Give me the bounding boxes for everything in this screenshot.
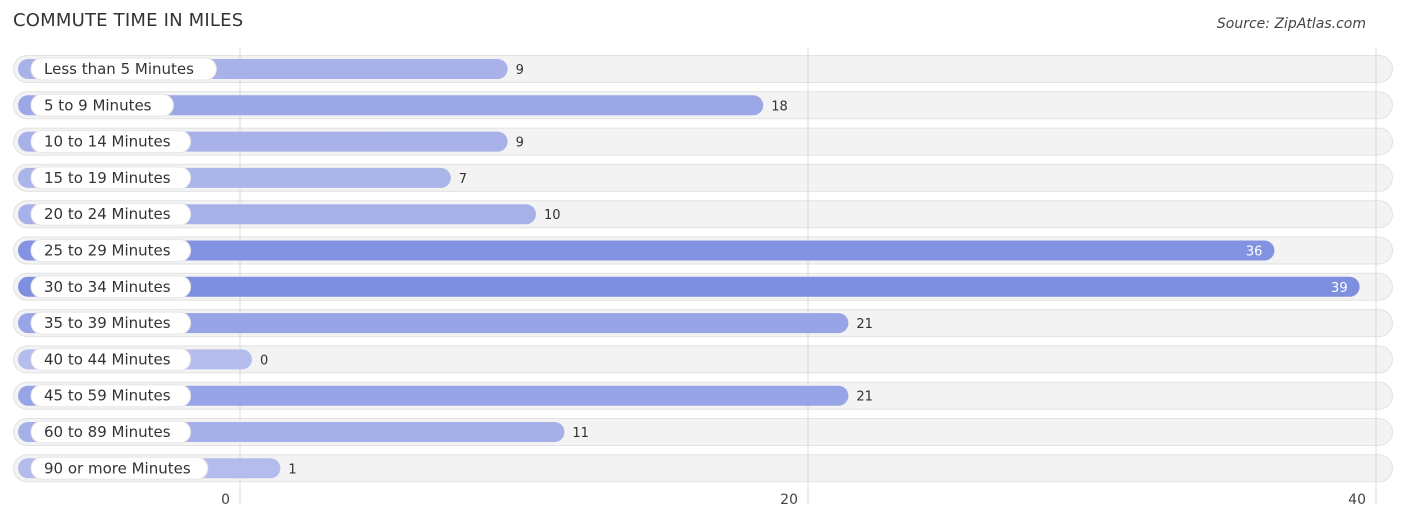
value-label: 7 <box>459 172 467 187</box>
bar <box>18 276 1360 297</box>
category-label: 60 to 89 Minutes <box>44 423 171 441</box>
value-label: 9 <box>516 136 524 151</box>
value-label: 1 <box>288 462 296 477</box>
bar-chart: 0 20 40 Less than 5 Minutes 9 5 to 9 Minutes 1… <box>13 48 1393 508</box>
value-label: 11 <box>572 426 589 441</box>
category-label: 40 to 44 Minutes <box>44 350 171 368</box>
x-tick-label: 40 <box>1348 492 1366 508</box>
value-label: 21 <box>856 390 873 405</box>
category-label: 30 to 34 Minutes <box>44 278 171 296</box>
x-tick-label: 0 <box>221 492 230 508</box>
category-label: 45 to 59 Minutes <box>44 387 171 405</box>
value-label: 36 <box>1246 245 1263 260</box>
category-label: 15 to 19 Minutes <box>44 169 171 187</box>
value-label: 10 <box>544 208 561 223</box>
x-tick-label: 20 <box>780 492 798 508</box>
category-label: Less than 5 Minutes <box>44 60 194 78</box>
value-label: 9 <box>516 63 524 78</box>
category-label: 20 to 24 Minutes <box>44 205 171 223</box>
value-label: 39 <box>1331 281 1348 296</box>
value-label: 0 <box>260 353 268 368</box>
category-label: 10 to 14 Minutes <box>44 133 171 151</box>
category-label: 35 to 39 Minutes <box>44 314 171 332</box>
bar <box>18 240 1275 261</box>
value-label: 18 <box>771 99 788 114</box>
value-label: 21 <box>856 317 873 332</box>
category-label: 25 to 29 Minutes <box>44 242 171 260</box>
category-label: 5 to 9 Minutes <box>44 96 152 114</box>
category-label: 90 or more Minutes <box>44 459 191 477</box>
